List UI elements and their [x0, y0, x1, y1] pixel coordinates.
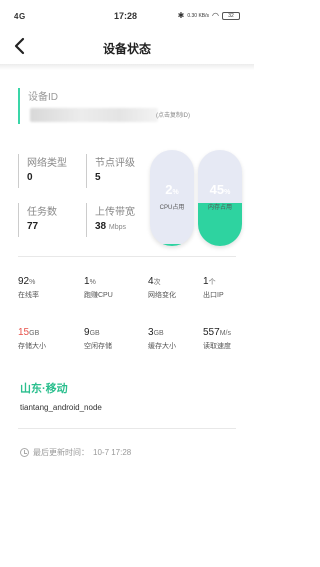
metric-value: 15GB [18, 327, 70, 338]
metric-unit: 个 [208, 279, 216, 286]
metric-value: 9GB [84, 327, 136, 338]
wifi-icon: ◠ [212, 11, 219, 20]
region-carrier: 山东·移动 [20, 383, 68, 395]
last-update-label: 最后更新时间： [33, 448, 89, 457]
gauge-label: CPU占用 [159, 205, 185, 211]
bandwidth-value: 38 [95, 221, 107, 232]
device-id-value-redacted[interactable] [30, 108, 158, 122]
metric-number: 557 [203, 327, 220, 338]
stat-node-rating: 节点评级 5 [86, 154, 148, 188]
status-time: 17:28 [114, 11, 138, 21]
cpu-usage-gauge: 2% CPU占用 [150, 150, 194, 246]
copy-id-hint[interactable]: (点击复制ID) [156, 110, 190, 119]
section-divider [18, 428, 236, 429]
metric-unit: % [29, 279, 36, 286]
metric-free-storage: 9GB 空闲存储 [84, 327, 136, 351]
stat-value: 5 [95, 172, 101, 183]
stat-label: 任务数 [27, 207, 57, 218]
metric-unit: 次 [153, 279, 161, 286]
gauge-percent-value: 2 [165, 182, 173, 197]
metric-storage-size: 15GB 存储大小 [18, 327, 70, 351]
memory-usage-gauge: 45% 内存占用 [198, 150, 242, 246]
stat-network-type: 网络类型 0 [18, 154, 80, 188]
bandwidth-unit: Mbps [108, 224, 127, 231]
gauge-percent: 45% [209, 182, 231, 197]
stat-label: 上传带宽 [95, 207, 135, 218]
metric-unit: GB [153, 330, 164, 337]
metric-unit: GB [89, 330, 100, 337]
nav-bar: 设备状态 [0, 30, 254, 64]
metric-value: 1个 [203, 276, 255, 287]
signal-indicator: 4G [14, 12, 26, 21]
stat-value: 77 [27, 221, 39, 232]
metric-read-speed: 557M/s 读取速度 [203, 327, 255, 351]
battery-icon: 32 [222, 11, 240, 20]
stat-label: 网络类型 [27, 158, 67, 169]
metric-cache-size: 3GB 缓存大小 [148, 327, 200, 351]
metric-value: 557M/s [203, 327, 255, 338]
metric-label: 网络变化 [148, 292, 176, 299]
last-update-time: 10-7 17:28 [93, 448, 132, 457]
metric-unit: % [89, 279, 96, 286]
metric-value: 92% [18, 276, 70, 287]
device-id-block[interactable]: 设备ID (点击复制ID) [18, 88, 238, 124]
bluetooth-icon: ✱ [177, 11, 185, 20]
stat-task-count: 任务数 77 [18, 203, 80, 237]
stat-upload-bandwidth: 上传带宽 38 Mbps [86, 203, 148, 237]
metric-egress-ip: 1个 出口IP [203, 276, 255, 300]
metric-network-change: 4次 网络变化 [148, 276, 200, 300]
metric-label: 存储大小 [18, 343, 46, 350]
gauge-label: 内存占用 [207, 205, 232, 211]
node-name: tiantang_android_node [20, 403, 102, 412]
metric-label: 出口IP [203, 292, 224, 299]
gauge-percent-value: 45 [209, 182, 225, 197]
metric-number: 15 [18, 327, 30, 338]
metric-cpu: 1% 跑赚CPU [84, 276, 136, 300]
metric-label: 读取速度 [203, 343, 231, 350]
metric-online-rate: 92% 在线率 [18, 276, 70, 300]
header-divider [0, 64, 254, 70]
gauge-percent: 2% [165, 182, 179, 197]
clock-icon [20, 448, 29, 457]
metric-value: 3GB [148, 327, 200, 338]
stat-value: 38 Mbps [95, 221, 148, 232]
metric-number: 92 [18, 276, 30, 287]
last-update: 最后更新时间： 10-7 17:28 [20, 447, 131, 458]
net-speed: 0.30 KB/s [187, 12, 210, 19]
device-id-label: 设备ID [28, 92, 58, 103]
stat-label: 节点评级 [95, 158, 135, 169]
metric-unit: GB [29, 330, 40, 337]
metric-label: 跑赚CPU [84, 292, 113, 299]
metric-unit: M/s [219, 330, 231, 337]
metric-label: 在线率 [18, 292, 39, 299]
gauge-fill [150, 244, 194, 246]
stat-value: 0 [27, 172, 33, 183]
status-bar: 4G 17:28 ✱ 0.30 KB/s ◠ 32 [0, 0, 254, 30]
metric-value: 4次 [148, 276, 200, 287]
page-title: 设备状态 [102, 42, 151, 56]
metric-label: 空闲存储 [84, 343, 112, 350]
section-divider [18, 256, 236, 257]
metric-value: 1% [84, 276, 136, 287]
status-icons: ✱ 0.30 KB/s ◠ 32 [178, 11, 240, 20]
metric-label: 缓存大小 [148, 343, 176, 350]
